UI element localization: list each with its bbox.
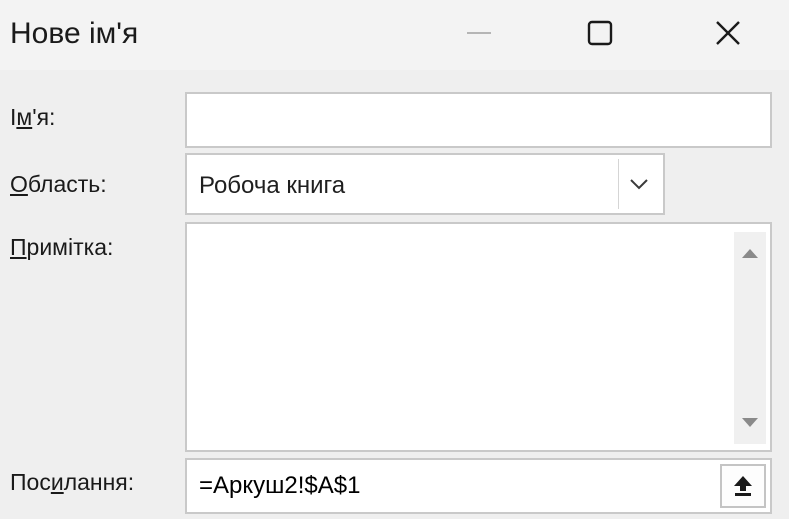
refers-to-label: Посилання: (10, 469, 135, 495)
scope-dropdown[interactable]: Робоча книга (185, 153, 665, 215)
minimize-icon (467, 32, 491, 34)
scroll-down-arrow-icon[interactable] (740, 416, 760, 430)
chevron-down-icon (630, 179, 648, 190)
collapse-dialog-icon (734, 476, 752, 496)
name-input[interactable] (187, 94, 770, 146)
comment-label: Примітка: (10, 234, 114, 260)
close-button[interactable] (697, 8, 759, 58)
close-icon (716, 21, 740, 45)
scope-dropdown-button[interactable] (618, 159, 659, 209)
comment-field[interactable] (185, 222, 772, 452)
scroll-up-arrow-icon[interactable] (740, 246, 760, 260)
comment-scrollbar[interactable] (734, 232, 766, 444)
scope-label: Область: (10, 171, 107, 197)
maximize-button[interactable] (569, 8, 631, 58)
minimize-button[interactable] (448, 8, 510, 58)
comment-textarea[interactable] (187, 224, 727, 450)
refers-to-field[interactable] (185, 458, 772, 514)
new-name-dialog: Нове ім'я Ім'я: Область: Робоча книга Пр… (0, 0, 789, 519)
name-field[interactable] (185, 92, 772, 148)
collapse-dialog-button[interactable] (720, 464, 766, 508)
title-bar: Нове ім'я (0, 0, 789, 70)
refers-to-input[interactable] (187, 460, 707, 512)
maximize-icon (587, 20, 613, 46)
name-label: Ім'я: (10, 104, 56, 130)
window-title: Нове ім'я (10, 17, 139, 50)
scope-selected-value: Робоча книга (199, 172, 346, 199)
